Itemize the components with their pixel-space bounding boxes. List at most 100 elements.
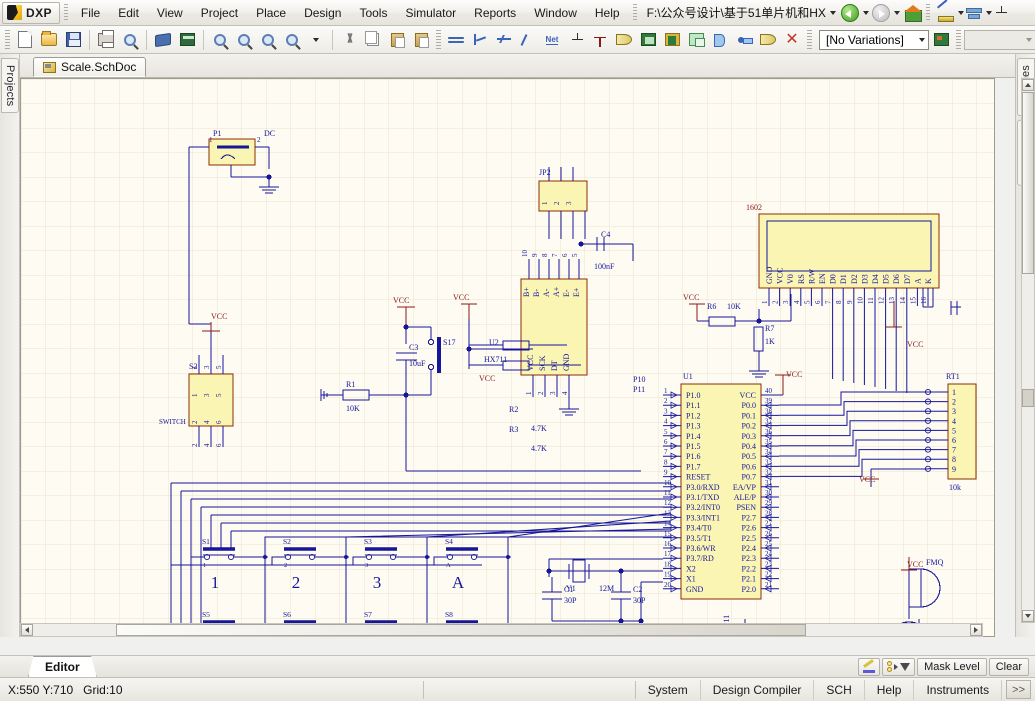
netlabel-vcc-lcd: VCC bbox=[683, 293, 699, 302]
zoom-selected-button[interactable] bbox=[256, 28, 280, 52]
menu-design[interactable]: Design bbox=[295, 2, 350, 24]
status-button-instruments[interactable]: Instruments bbox=[914, 679, 1003, 700]
directive-icon bbox=[760, 34, 776, 45]
document-tab-scale-schdoc[interactable]: Scale.SchDoc bbox=[33, 57, 147, 77]
measure-chevron-down-icon[interactable] bbox=[957, 10, 964, 15]
cut-button[interactable] bbox=[337, 28, 361, 52]
scroll-down-icon bbox=[1025, 614, 1031, 618]
place-no-erc-button[interactable]: ✕ bbox=[780, 28, 804, 52]
place-bus-entry-button[interactable] bbox=[492, 28, 516, 52]
panel-tab-projects[interactable]: Projects bbox=[1, 58, 19, 114]
open-pcb-button[interactable] bbox=[175, 28, 199, 52]
mask-level-button[interactable]: Mask Level bbox=[917, 657, 987, 676]
browse-library-button[interactable] bbox=[151, 28, 175, 52]
variations-dropdown[interactable]: [No Variations] bbox=[819, 29, 929, 50]
zoom-dropdown-button[interactable] bbox=[304, 28, 328, 52]
menu-simulator[interactable]: Simulator bbox=[396, 2, 465, 24]
canvas-vertical-scrollbar[interactable] bbox=[1021, 78, 1035, 623]
paste-special-button[interactable] bbox=[409, 28, 433, 52]
new-document-button[interactable] bbox=[13, 28, 37, 52]
place-port-button[interactable] bbox=[708, 28, 732, 52]
value-r7: 1K bbox=[765, 337, 775, 346]
keypad-key-3[interactable]: 3 bbox=[373, 573, 382, 592]
filter-funnel-icon bbox=[900, 662, 911, 671]
menu-place[interactable]: Place bbox=[247, 2, 295, 24]
status-button-system[interactable]: System bbox=[636, 679, 701, 700]
mcu-pin-right-2: P0.1 bbox=[742, 411, 756, 420]
horizontal-scroll-thumb[interactable] bbox=[116, 624, 806, 636]
menu-tools[interactable]: Tools bbox=[350, 2, 396, 24]
menu-file[interactable]: File bbox=[72, 2, 109, 24]
status-button-help[interactable]: Help bbox=[865, 679, 915, 700]
place-sheet-symbol-button[interactable] bbox=[636, 28, 660, 52]
paste-button[interactable] bbox=[385, 28, 409, 52]
designator-r3: R3 bbox=[509, 425, 518, 434]
empty-combo[interactable] bbox=[964, 29, 1035, 50]
navigate-back-icon[interactable] bbox=[840, 3, 859, 22]
highlight-tool-button[interactable] bbox=[858, 657, 881, 676]
ground-icon[interactable] bbox=[995, 5, 1009, 20]
status-more-button[interactable]: >> bbox=[1006, 680, 1031, 699]
forward-history-chevron-down-icon[interactable] bbox=[893, 10, 900, 15]
place-vcc-button[interactable] bbox=[588, 28, 612, 52]
place-device-sheet-button[interactable] bbox=[684, 28, 708, 52]
editor-tab[interactable]: Editor bbox=[28, 656, 97, 677]
place-bus-button[interactable] bbox=[468, 28, 492, 52]
home-icon[interactable] bbox=[903, 4, 922, 22]
svg-text:8: 8 bbox=[664, 458, 668, 466]
place-directive-button[interactable] bbox=[756, 28, 780, 52]
scroll-left-button[interactable] bbox=[21, 624, 33, 636]
status-button-sch[interactable]: SCH bbox=[814, 679, 865, 700]
place-net-label-button[interactable]: Net bbox=[540, 28, 564, 52]
vertical-scroll-grip[interactable] bbox=[1022, 389, 1034, 407]
mcu-pin-left-7: P1.7 bbox=[686, 462, 700, 471]
menu-project[interactable]: Project bbox=[192, 2, 247, 24]
keypad-key-1[interactable]: 1 bbox=[211, 573, 220, 592]
navigate-forward-icon[interactable] bbox=[871, 3, 890, 22]
menu-view[interactable]: View bbox=[148, 2, 192, 24]
mcu-pin-right-16: P2.3 bbox=[742, 554, 756, 563]
canvas-horizontal-scrollbar[interactable] bbox=[20, 623, 983, 637]
place-gnd-button[interactable] bbox=[564, 28, 588, 52]
board-variant-button[interactable] bbox=[929, 28, 953, 52]
dxp-menu-button[interactable]: DXP bbox=[2, 1, 60, 24]
place-part-button[interactable] bbox=[612, 28, 636, 52]
mcu-pin-right-9: EA/VP bbox=[733, 483, 757, 492]
scroll-right-button[interactable] bbox=[970, 624, 982, 636]
keypad-key-A[interactable]: A bbox=[452, 573, 465, 592]
schematic-canvas[interactable]: P1.0 1 P1.1 2 P1.2 3 P1.3 4 P1.4 5 P1.5 6 P1.6 7 P1.7 8… bbox=[20, 78, 995, 637]
menu-edit[interactable]: Edit bbox=[109, 2, 148, 24]
clear-button[interactable]: Clear bbox=[988, 657, 1029, 676]
align-chevron-down-icon[interactable] bbox=[985, 10, 992, 15]
align-icon[interactable] bbox=[965, 6, 982, 20]
scroll-down-button[interactable] bbox=[1022, 610, 1034, 622]
mask-filter-button[interactable] bbox=[882, 657, 916, 676]
menu-help[interactable]: Help bbox=[586, 2, 629, 24]
place-wire-button[interactable] bbox=[444, 28, 468, 52]
menu-window[interactable]: Window bbox=[525, 2, 586, 24]
lcd-pin-9: D3 bbox=[860, 274, 869, 284]
zoom-filtered-button[interactable] bbox=[280, 28, 304, 52]
print-preview-button[interactable] bbox=[118, 28, 142, 52]
back-history-chevron-down-icon[interactable] bbox=[862, 10, 869, 15]
status-button-design-compiler[interactable]: Design Compiler bbox=[701, 679, 815, 700]
svg-text:4: 4 bbox=[203, 420, 211, 424]
print-button[interactable] bbox=[94, 28, 118, 52]
keypad-key-2[interactable]: 2 bbox=[292, 573, 301, 592]
project-path-dropdown[interactable]: F:\公众号设计\基于51单片机和HX bbox=[641, 1, 838, 24]
place-cross-sheet-button[interactable] bbox=[732, 28, 756, 52]
vertical-scroll-thumb[interactable] bbox=[1022, 92, 1034, 274]
zoom-document-button[interactable] bbox=[208, 28, 232, 52]
scroll-up-button[interactable] bbox=[1022, 79, 1034, 91]
schematic-drawing[interactable]: P1.0 1 P1.1 2 P1.2 3 P1.3 4 P1.4 5 P1.5 6 P1.6 7 P1.7 8… bbox=[21, 79, 995, 637]
save-document-button[interactable] bbox=[61, 28, 85, 52]
open-document-button[interactable] bbox=[37, 28, 61, 52]
bus-icon bbox=[473, 33, 487, 46]
zoom-area-button[interactable] bbox=[232, 28, 256, 52]
path-grip bbox=[632, 3, 637, 22]
place-line-button[interactable] bbox=[516, 28, 540, 52]
place-sheet-entry-button[interactable] bbox=[660, 28, 684, 52]
measure-icon[interactable] bbox=[936, 5, 954, 22]
copy-button[interactable] bbox=[361, 28, 385, 52]
menu-reports[interactable]: Reports bbox=[465, 2, 525, 24]
